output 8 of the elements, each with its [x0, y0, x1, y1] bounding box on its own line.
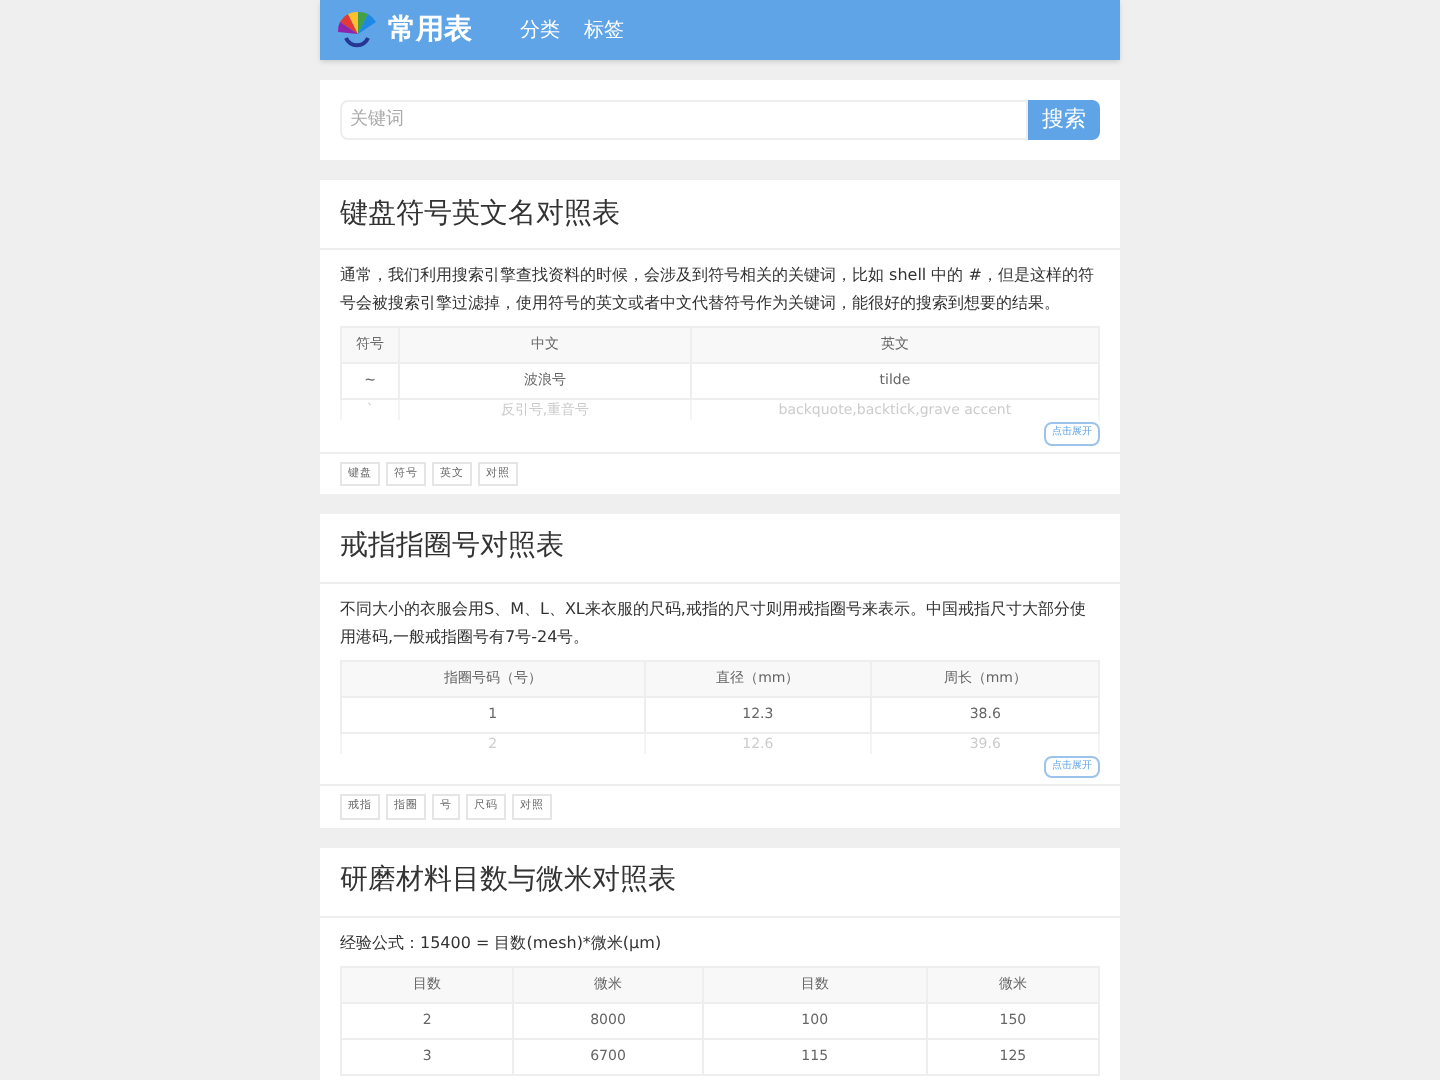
card-title[interactable]: 研磨材料目数与微米对照表	[340, 860, 676, 902]
description: 经验公式：15400 = 目数(mesh)*微米(μm)	[340, 931, 664, 956]
description: 通常，我们利用搜索引擎查找资料的时候，会涉及到符号相关的关键词，比如 shell 中的 #，但是这样的符号会被搜索引擎过滤掉，使用符号的英文或者中文代替符号作为关键词，能很好的搜索到想要的结果。	[340, 264, 1096, 316]
card-title[interactable]: 键盘符号英文名对照表	[340, 193, 620, 235]
search-field[interactable]: 关键词	[340, 100, 1028, 140]
description: 不同大小的衣服会用S、M、L、XL来衣服的尺码,戒指的尺寸则用戒指圈号来表示。中国戒指尺寸大部分使用港码,一般戒指圈号有7号-24号。	[340, 597, 1088, 650]
logo-icon	[336, 10, 380, 50]
card-title[interactable]: 戒指指圈号对照表	[340, 526, 564, 569]
